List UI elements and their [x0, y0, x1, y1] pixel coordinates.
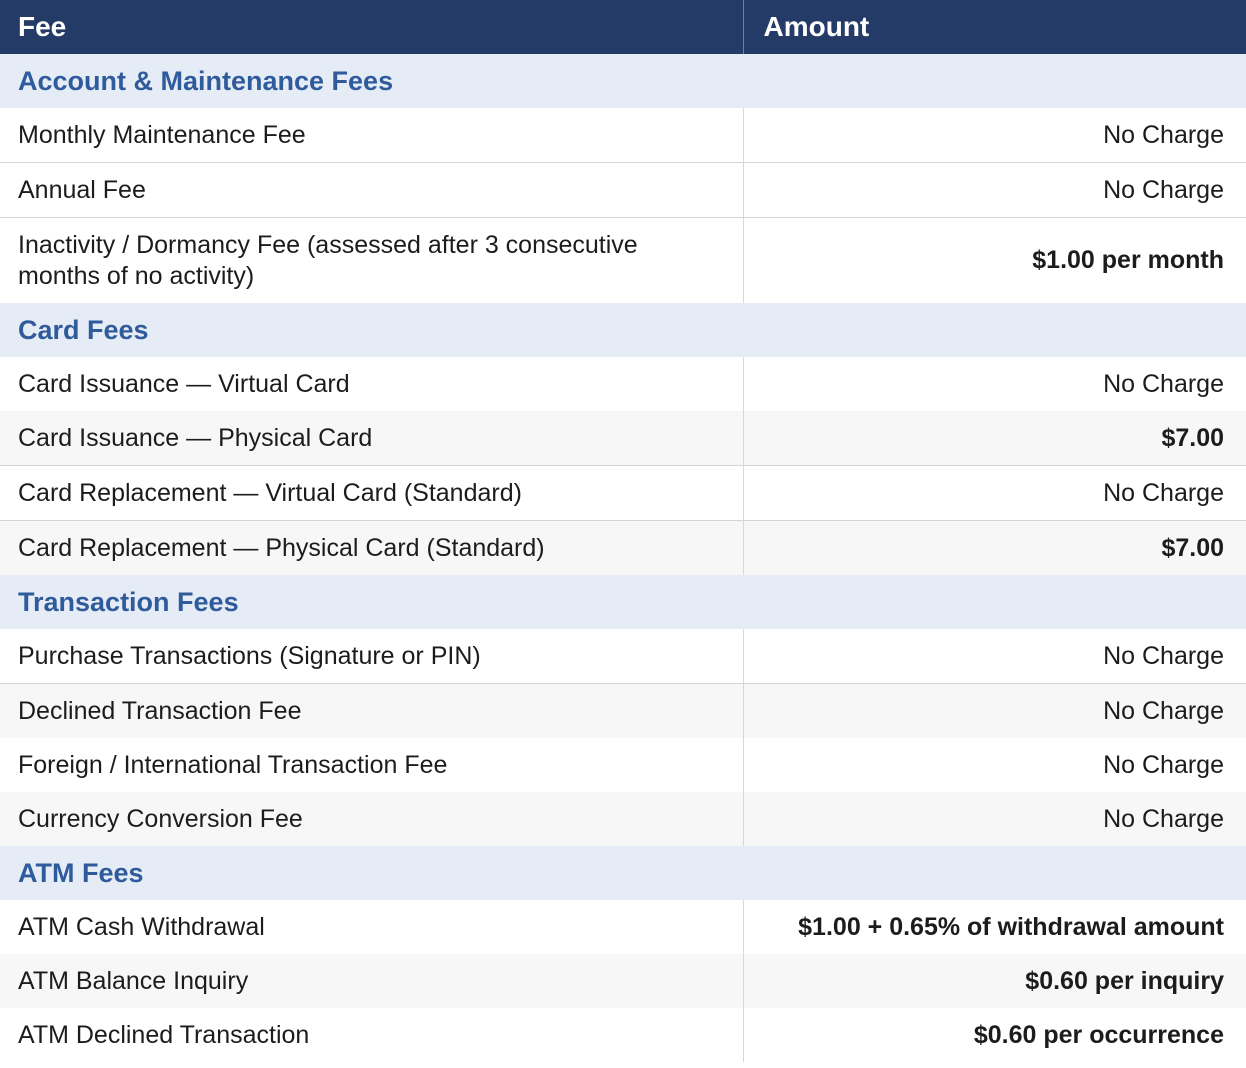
fee-amount: No Charge	[742, 162, 1246, 218]
section-header: Transaction Fees	[0, 575, 1246, 629]
fee-amount: $1.00 + 0.65% of withdrawal amount	[742, 900, 1246, 954]
header-amount: Amount	[742, 0, 1246, 54]
fee-amount: $7.00	[742, 411, 1246, 466]
fee-amount: No Charge	[742, 357, 1246, 411]
table-row: Inactivity / Dormancy Fee (assessed afte…	[0, 217, 1246, 303]
section-header: Account & Maintenance Fees	[0, 54, 1246, 108]
table-row: Card Issuance — Physical Card $7.00	[0, 411, 1246, 466]
section-title: Card Fees	[0, 303, 1246, 357]
header-row: Fee Amount	[0, 0, 1246, 54]
table-row: Card Replacement — Physical Card (Standa…	[0, 520, 1246, 575]
fee-name: Card Replacement — Virtual Card (Standar…	[0, 465, 743, 521]
fee-name: ATM Cash Withdrawal	[0, 900, 743, 954]
section-title: ATM Fees	[0, 846, 1246, 900]
fee-amount: No Charge	[742, 683, 1246, 738]
fee-amount: No Charge	[742, 629, 1246, 684]
section-header: Card Fees	[0, 303, 1246, 357]
fee-name: Purchase Transactions (Signature or PIN)	[0, 629, 743, 684]
fee-amount: $0.60 per inquiry	[742, 954, 1246, 1008]
fee-name: Currency Conversion Fee	[0, 792, 743, 846]
fee-amount: No Charge	[742, 108, 1246, 163]
section-title: Account & Maintenance Fees	[0, 54, 1246, 108]
table-row: Currency Conversion Fee No Charge	[0, 792, 1246, 846]
fee-amount: No Charge	[742, 465, 1246, 521]
header-fee: Fee	[0, 0, 743, 54]
fee-amount: $1.00 per month	[742, 217, 1246, 303]
table-row: Card Replacement — Virtual Card (Standar…	[0, 465, 1246, 521]
fee-schedule-table: Fee Amount Account & Maintenance Fees Mo…	[0, 0, 1246, 1062]
table-row: ATM Balance Inquiry $0.60 per inquiry	[0, 954, 1246, 1008]
table-row: Annual Fee No Charge	[0, 162, 1246, 218]
table-row: Declined Transaction Fee No Charge	[0, 683, 1246, 738]
fee-amount: $7.00	[742, 520, 1246, 575]
fee-amount: $0.60 per occurrence	[742, 1008, 1246, 1062]
fee-name: Foreign / International Transaction Fee	[0, 738, 743, 792]
fee-name: ATM Balance Inquiry	[0, 954, 743, 1008]
section-header: ATM Fees	[0, 846, 1246, 900]
fee-name: ATM Declined Transaction	[0, 1008, 743, 1062]
fee-name: Card Replacement — Physical Card (Standa…	[0, 520, 743, 575]
table-row: Monthly Maintenance Fee No Charge	[0, 108, 1246, 163]
table-row: Card Issuance — Virtual Card No Charge	[0, 357, 1246, 411]
fee-name: Declined Transaction Fee	[0, 683, 743, 738]
fee-name: Annual Fee	[0, 162, 743, 218]
section-title: Transaction Fees	[0, 575, 1246, 629]
table-row: Foreign / International Transaction Fee …	[0, 738, 1246, 792]
fee-amount: No Charge	[742, 792, 1246, 846]
fee-name: Card Issuance — Physical Card	[0, 411, 743, 466]
fee-amount: No Charge	[742, 738, 1246, 792]
fee-name: Monthly Maintenance Fee	[0, 108, 743, 163]
table-row: ATM Declined Transaction $0.60 per occur…	[0, 1008, 1246, 1062]
fee-name: Inactivity / Dormancy Fee (assessed afte…	[0, 217, 743, 303]
fee-name: Card Issuance — Virtual Card	[0, 357, 743, 411]
table-row: Purchase Transactions (Signature or PIN)…	[0, 629, 1246, 684]
table-row: ATM Cash Withdrawal $1.00 + 0.65% of wit…	[0, 900, 1246, 954]
